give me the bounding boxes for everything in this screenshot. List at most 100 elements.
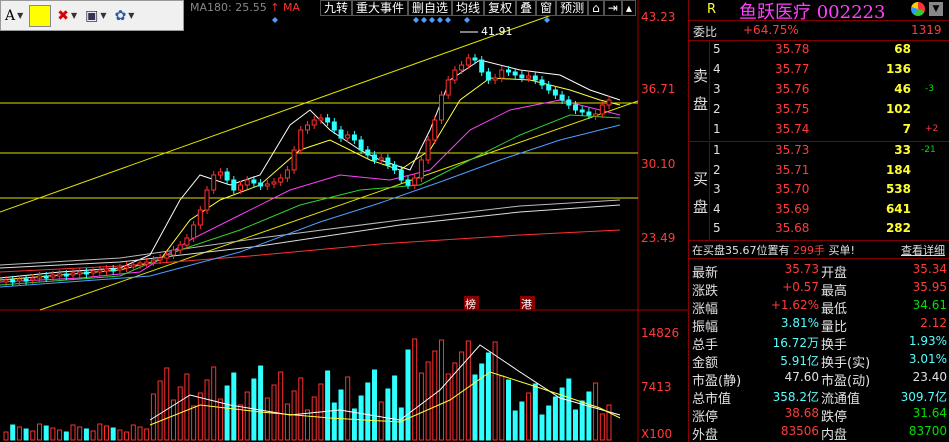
candle	[445, 79, 451, 96]
volume-bar	[311, 396, 317, 441]
candle	[16, 278, 22, 282]
price-tick: 30.10	[641, 157, 676, 171]
candle	[418, 159, 424, 179]
tab-forecast[interactable]: 预测	[556, 0, 589, 16]
volume-bar	[345, 376, 351, 441]
volume-bar	[331, 402, 337, 441]
stat-value: 35.95	[912, 280, 947, 294]
home-icon[interactable]: ⌂	[588, 0, 604, 16]
volume-bar	[325, 370, 331, 441]
stat-label: 最高	[821, 284, 848, 299]
settings-button[interactable]: ✿ ▼	[113, 5, 137, 27]
candle	[539, 79, 545, 86]
tab-remove-favorite[interactable]: 删自选	[408, 0, 453, 16]
candle	[184, 237, 190, 246]
candlestick-chart[interactable]	[0, 0, 688, 442]
candle	[217, 171, 223, 176]
stock-chart-window: 41.91 榜 港 43.23 36.71 30.10 23.49 14826 …	[0, 0, 949, 442]
delete-button[interactable]: ✖ ▼	[55, 5, 79, 27]
order-price: 35.71	[775, 162, 810, 177]
volume-bar	[16, 426, 22, 441]
tab-overlay[interactable]: 叠	[516, 0, 537, 16]
volume-bar	[184, 373, 190, 441]
candle	[459, 64, 465, 71]
tab-window[interactable]: 窗	[536, 0, 557, 16]
stat-value: 358.2亿	[772, 390, 819, 404]
volume-bar	[90, 430, 96, 441]
order-price: 35.70	[775, 182, 810, 196]
candle	[465, 57, 471, 66]
candle	[506, 69, 511, 73]
stat-value: 35.34	[912, 262, 947, 276]
scroll-icon[interactable]: ▴	[621, 0, 636, 16]
edit-button[interactable]: ▣ ▼	[83, 5, 108, 27]
volume-bar	[358, 395, 364, 441]
candle	[211, 174, 217, 191]
delete-icon: ✖	[57, 7, 70, 24]
candle	[392, 164, 398, 171]
candle	[405, 179, 411, 186]
chevron-down-icon: ▼	[17, 11, 24, 20]
candle	[3, 279, 9, 283]
order-change: +2	[925, 124, 939, 134]
volume-bar	[97, 423, 103, 441]
font-button[interactable]: A ▼	[3, 5, 25, 27]
candle	[318, 117, 324, 121]
volume-bar	[418, 372, 424, 441]
chevron-down-icon: ▼	[71, 11, 78, 20]
volume-bar	[552, 396, 558, 441]
candle	[137, 262, 143, 266]
stat-label: 流通值	[821, 392, 861, 407]
candle	[50, 274, 56, 278]
weibi-pct: +64.75%	[743, 23, 799, 37]
view-details-link[interactable]: 查看详细	[901, 242, 945, 258]
stat-value: 309.7亿	[900, 390, 947, 404]
volume-bar	[573, 409, 578, 441]
chart-toolbar: 九转 重大事件 删自选 均线 复权 叠 窗 预测 ⌂ ⇥ ▴	[320, 0, 636, 16]
tab-adjust[interactable]: 复权	[484, 0, 517, 16]
volume-bar	[512, 410, 518, 441]
pie-icon[interactable]	[911, 2, 925, 16]
order-volume: 184	[885, 162, 911, 177]
candle	[499, 69, 505, 79]
dropdown-icon[interactable]: ▼	[929, 2, 943, 16]
stat-label: 最新	[692, 266, 719, 281]
order-volume: 641	[885, 201, 911, 216]
stat-label: 最低	[821, 302, 848, 317]
candle	[157, 257, 163, 261]
volume-bar	[425, 361, 431, 441]
candle	[70, 272, 76, 276]
volume-bar	[412, 338, 418, 441]
news-badge-gang[interactable]: 港	[521, 296, 532, 312]
tab-major-events[interactable]: 重大事件	[352, 0, 409, 16]
stat-label: 市盈(动)	[821, 374, 871, 389]
tab-moving-average[interactable]: 均线	[452, 0, 485, 16]
stat-value: 47.60	[784, 370, 819, 384]
order-price: 35.78	[775, 42, 810, 56]
candle	[586, 111, 592, 116]
candle	[365, 149, 371, 156]
volume-bar	[472, 374, 478, 441]
exit-icon[interactable]: ⇥	[603, 0, 622, 16]
candle	[271, 181, 277, 185]
color-swatch-button[interactable]	[29, 4, 52, 27]
candle	[204, 189, 210, 211]
candle	[573, 104, 578, 111]
stat-label: 开盘	[821, 266, 848, 281]
volume-bar	[519, 401, 525, 441]
order-level: 2	[713, 162, 721, 177]
volume-bar	[137, 426, 143, 441]
candle	[479, 59, 485, 73]
candle	[224, 171, 230, 181]
volume-bar	[539, 414, 545, 441]
tab-jiuzhuan[interactable]: 九转	[320, 0, 353, 16]
stat-label: 量比	[821, 320, 848, 335]
candle	[311, 119, 317, 126]
news-badge-bang[interactable]: 榜	[465, 296, 476, 312]
stat-label: 总市值	[692, 392, 732, 407]
candle	[90, 270, 96, 274]
chevron-down-icon: ▼	[128, 11, 135, 20]
stat-value: +0.57	[782, 280, 819, 294]
order-volume: 46	[894, 82, 911, 96]
candle	[130, 264, 136, 268]
